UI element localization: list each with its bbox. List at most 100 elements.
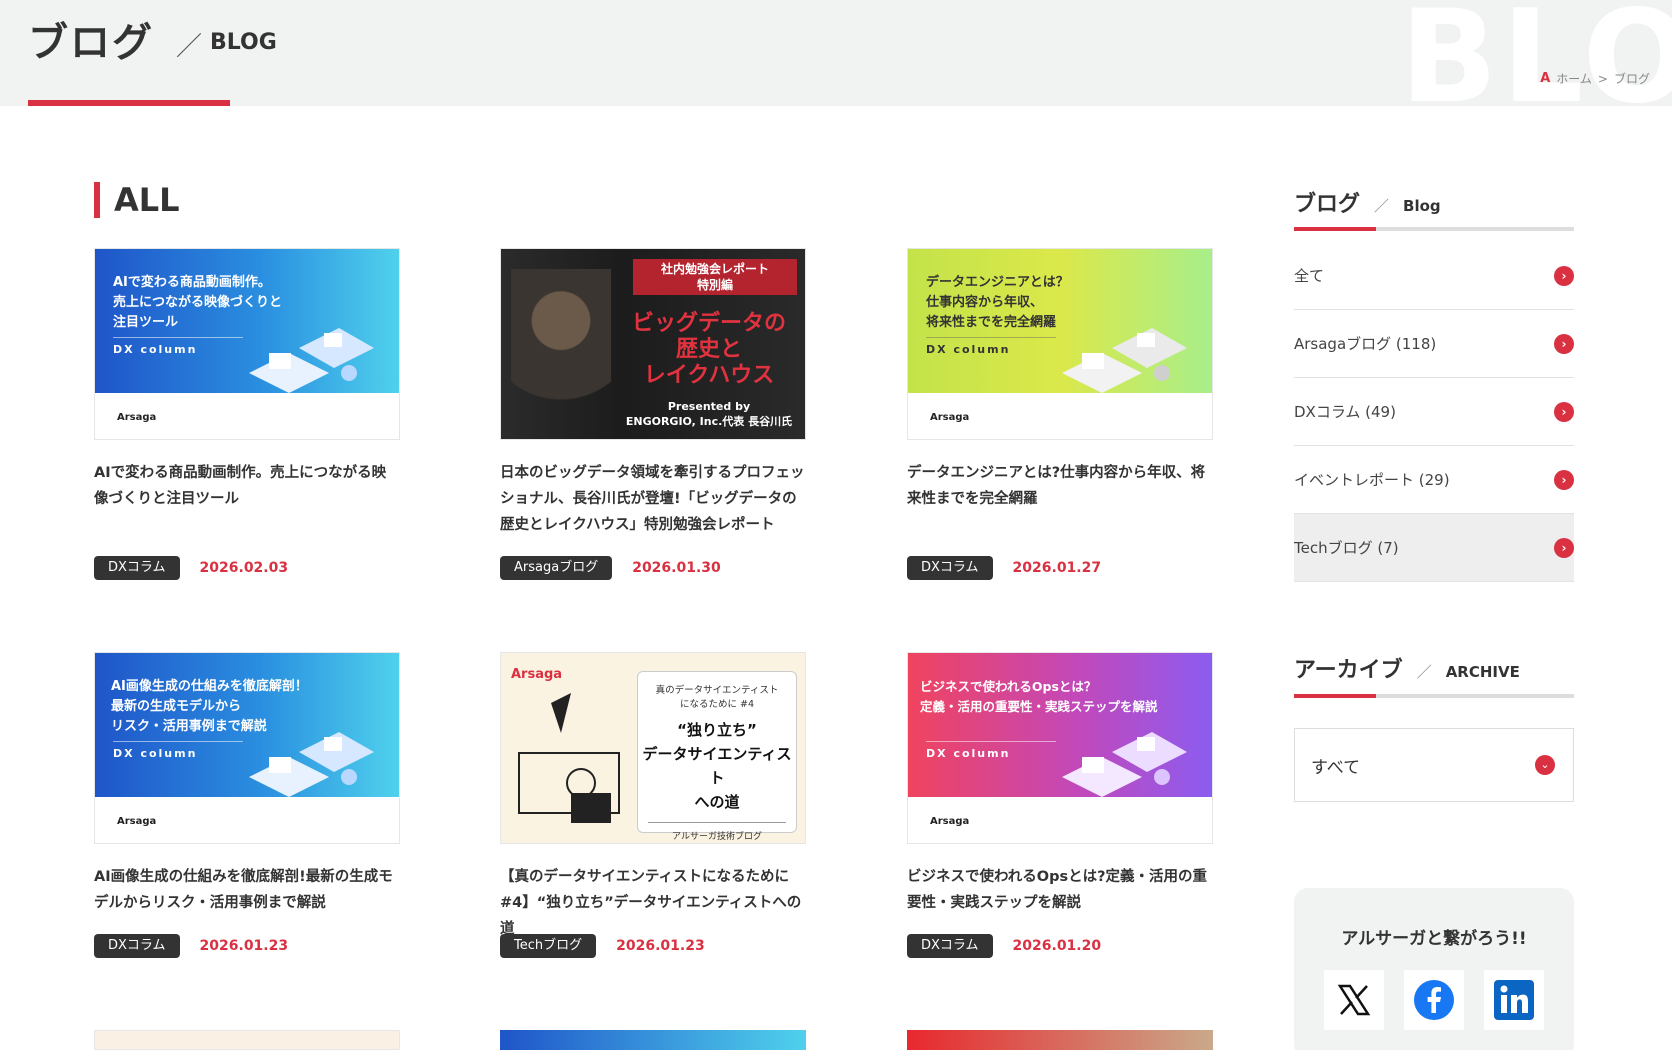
- speaker-photo: [511, 269, 611, 439]
- thumbnail-category: DX column: [926, 747, 1011, 760]
- thumbnail-divider: [926, 741, 1056, 742]
- sidebar-blog-underline: [1294, 227, 1574, 231]
- category-tag[interactable]: DXコラム: [907, 934, 993, 958]
- category-item-tech[interactable]: Techブログ (7) ›: [1294, 514, 1574, 582]
- post-date: 2026.02.03: [199, 560, 289, 576]
- arsaga-logo: Arsaga: [511, 667, 563, 682]
- card-meta: Techブログ 2026.01.23: [500, 934, 705, 958]
- event-label: 社内勉強会レポート 特別編: [633, 259, 797, 295]
- event-headline: ビッグデータの 歴史と レイクハウス: [631, 311, 786, 388]
- post-date: 2026.01.20: [1012, 938, 1102, 954]
- thumbnail-divider: [113, 741, 243, 742]
- title-separator: ／: [176, 32, 203, 62]
- card-meta: DXコラム 2026.02.03: [94, 556, 288, 580]
- x-icon[interactable]: [1324, 970, 1384, 1030]
- series-footer: アルサーガ技術ブログ: [648, 822, 786, 842]
- home-icon[interactable]: A: [1540, 71, 1550, 86]
- arsaga-logo: Arsaga: [930, 816, 970, 827]
- card-thumbnail[interactable]: AIで変わる商品動画制作。 売上につながる映像づくりと 注目ツール DX col…: [94, 248, 400, 440]
- thumbnail-category: DX column: [926, 343, 1011, 356]
- chevron-right-icon: ›: [1554, 265, 1574, 286]
- card-thumbnail-partial[interactable]: [907, 1030, 1213, 1050]
- post-date: 2026.01.30: [632, 560, 721, 576]
- series-headline: “独り立ち” データサイエンティスト への道: [642, 721, 792, 811]
- thumbnail-heading: ビジネスで使われるOpsとは？ 定義・活用の重要性・実践ステップを解説: [920, 679, 1158, 714]
- blog-card[interactable]: ビジネスで使われるOpsとは？ 定義・活用の重要性・実践ステップを解説 DX c…: [907, 652, 1213, 958]
- category-label: Techブログ (7): [1294, 539, 1399, 557]
- category-tag[interactable]: Techブログ: [500, 934, 597, 958]
- chevron-right-icon: ›: [1554, 537, 1574, 558]
- category-tag[interactable]: DXコラム: [94, 556, 180, 580]
- chevron-down-icon: ⌄: [1535, 755, 1555, 775]
- title-underline: [28, 100, 230, 106]
- category-label: 全て: [1294, 267, 1325, 285]
- linkedin-icon[interactable]: [1484, 970, 1544, 1030]
- thumbnail-divider: [926, 337, 1056, 338]
- social-box: アルサーガと繋がろう!!: [1294, 888, 1574, 1050]
- category-tag[interactable]: Arsagaブログ: [500, 556, 613, 580]
- facebook-icon[interactable]: [1404, 970, 1464, 1030]
- archive-select[interactable]: すべて ⌄: [1294, 728, 1574, 802]
- header-background-word: BLOG: [1400, 0, 1672, 106]
- chevron-right-icon: ›: [1554, 401, 1574, 422]
- card-meta: DXコラム 2026.01.20: [907, 934, 1101, 958]
- title-panel: 真のデータサイエンティスト になるために #4 “独り立ち” データサイエンティ…: [637, 671, 797, 842]
- sidebar-blog-title: ブログ: [1294, 192, 1361, 217]
- blog-card[interactable]: AI画像生成の仕組みを徹底解剖！ 最新の生成モデルから リスク・活用事例まで解説…: [94, 652, 400, 958]
- category-label: イベントレポート (29): [1294, 471, 1450, 489]
- series-label: 真のデータサイエンティスト になるために #4: [655, 685, 779, 710]
- heading-separator: ／: [1416, 663, 1432, 681]
- page-subtitle: BLOG: [210, 30, 277, 55]
- thumbnail-category: DX column: [113, 343, 198, 356]
- card-thumbnail-partial[interactable]: [500, 1030, 806, 1050]
- sidebar-blog-en: Blog: [1403, 197, 1441, 215]
- category-item-dx[interactable]: DXコラム (49) ›: [1294, 378, 1574, 446]
- card-thumbnail[interactable]: Arsaga 真のデータサイエンティスト になるために #4 “独り立ち” デー…: [500, 652, 806, 844]
- blog-card[interactable]: データエンジニアとは？ 仕事内容から年収、 将来性までを完全網羅 DX colu…: [907, 248, 1213, 580]
- arsaga-logo: Arsaga: [117, 412, 157, 423]
- card-title[interactable]: AIで変わる商品動画制作。売上につながる映像づくりと注目ツール: [94, 460, 400, 546]
- arsaga-logo: Arsaga: [930, 412, 970, 423]
- post-date: 2026.01.27: [1012, 560, 1102, 576]
- breadcrumb-home[interactable]: ホーム: [1556, 70, 1592, 87]
- social-title: アルサーガと繋がろう!!: [1341, 929, 1527, 949]
- card-title[interactable]: データエンジニアとは?仕事内容から年収、将来性までを完全網羅: [907, 460, 1213, 546]
- archive-selected-value: すべて: [1311, 757, 1361, 778]
- card-title[interactable]: 日本のビッグデータ領域を牽引するプロフェッショナル、長谷川氏が登壇!「ビッグデー…: [500, 460, 806, 546]
- blog-card[interactable]: Arsaga 真のデータサイエンティスト になるために #4 “独り立ち” デー…: [500, 652, 806, 958]
- sidebar-archive-title: アーカイブ: [1294, 658, 1403, 683]
- post-date: 2026.01.23: [199, 938, 289, 954]
- category-label: Arsagaブログ (118): [1294, 335, 1437, 353]
- chevron-right-icon: ›: [1554, 333, 1574, 354]
- card-thumbnail[interactable]: AI画像生成の仕組みを徹底解剖！ 最新の生成モデルから リスク・活用事例まで解説…: [94, 652, 400, 844]
- sidebar-archive-heading: アーカイブ ／ ARCHIVE: [1294, 652, 1574, 684]
- sidebar-archive-en: ARCHIVE: [1445, 663, 1520, 681]
- card-thumbnail[interactable]: データエンジニアとは？ 仕事内容から年収、 将来性までを完全網羅 DX colu…: [907, 248, 1213, 440]
- category-tag[interactable]: DXコラム: [94, 934, 180, 958]
- page-title: ブログ: [28, 20, 154, 66]
- breadcrumb-separator: >: [1597, 71, 1608, 86]
- card-thumbnail[interactable]: 社内勉強会レポート 特別編 ビッグデータの 歴史と レイクハウス Present…: [500, 248, 806, 440]
- category-label: DXコラム (49): [1294, 403, 1396, 421]
- category-item-all[interactable]: 全て ›: [1294, 242, 1574, 310]
- sidebar-archive-underline: [1294, 694, 1574, 698]
- card-thumbnail[interactable]: ビジネスで使われるOpsとは？ 定義・活用の重要性・実践ステップを解説 DX c…: [907, 652, 1213, 844]
- sidebar-blog-heading: ブログ ／ Blog: [1294, 186, 1574, 218]
- breadcrumb-current: ブログ: [1613, 72, 1650, 86]
- card-meta: DXコラム 2026.01.27: [907, 556, 1101, 580]
- card-meta: DXコラム 2026.01.23: [94, 934, 288, 958]
- thumbnail-category: DX column: [113, 747, 198, 760]
- chevron-right-icon: ›: [1554, 469, 1574, 490]
- presenter-credit: Presented by ENGORGIO, Inc.代表 長谷川氏: [625, 400, 793, 428]
- social-icons: [1324, 970, 1544, 1030]
- blog-card[interactable]: 社内勉強会レポート 特別編 ビッグデータの 歴史と レイクハウス Present…: [500, 248, 806, 580]
- blog-card[interactable]: AIで変わる商品動画制作。 売上につながる映像づくりと 注目ツール DX col…: [94, 248, 400, 580]
- post-date: 2026.01.23: [616, 938, 705, 954]
- category-list: 全て › Arsagaブログ (118) › DXコラム (49) › イベント…: [1294, 242, 1574, 582]
- rocket-illustration-icon: [518, 693, 620, 823]
- category-item-arsaga[interactable]: Arsagaブログ (118) ›: [1294, 310, 1574, 378]
- breadcrumb: A ホーム > ブログ: [1540, 70, 1650, 87]
- category-tag[interactable]: DXコラム: [907, 556, 993, 580]
- category-item-event[interactable]: イベントレポート (29) ›: [1294, 446, 1574, 514]
- card-thumbnail-partial[interactable]: [94, 1030, 400, 1050]
